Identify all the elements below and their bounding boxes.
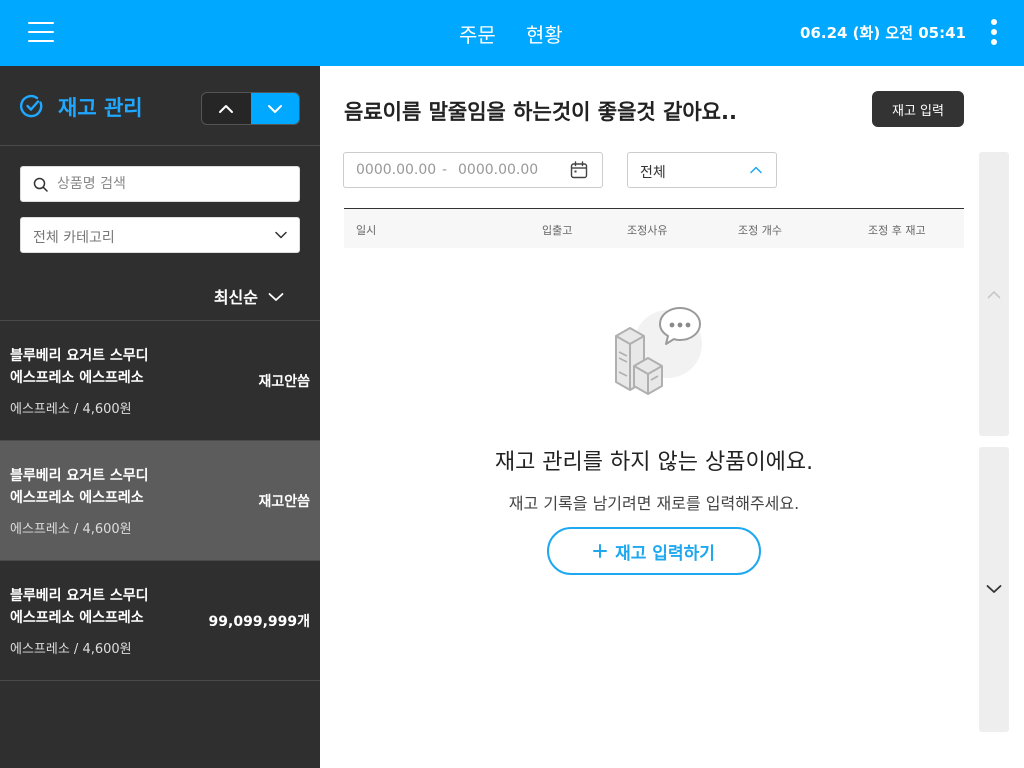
date-start: 0000.00.00 <box>356 162 437 178</box>
empty-state-title: 재고 관리를 하지 않는 상품이에요. <box>494 450 814 475</box>
product-meta: 에스프레소 / 4,600원 <box>10 522 132 537</box>
stock-input-button[interactable]: 재고 입력 <box>872 91 964 127</box>
sort-dropdown[interactable]: 최신순 <box>214 284 258 308</box>
product-name: 블루베리 요거트 스무디 <box>10 348 149 364</box>
product-name: 에스프레소 에스프레소 <box>10 610 144 626</box>
column-header-after-stock: 조정 후 재고 <box>868 224 926 237</box>
type-filter-select[interactable]: 전체 <box>627 152 777 188</box>
chevron-down-icon[interactable] <box>268 292 284 302</box>
empty-inventory-illustration-icon <box>615 307 702 395</box>
search-icon <box>33 177 48 192</box>
column-header-inout: 입출고 <box>542 224 573 237</box>
product-name: 에스프레소 에스프레소 <box>10 490 144 506</box>
product-item[interactable]: 블루베리 요거트 스무디 에스프레소 에스프레소 에스프레소 / 4,600원 … <box>0 441 320 561</box>
sidebar-title: 재고 관리 <box>58 96 143 120</box>
menu-icon[interactable] <box>28 21 54 43</box>
scroll-down-button[interactable] <box>979 447 1009 732</box>
plus-icon <box>593 544 608 558</box>
chevron-up-icon <box>987 291 1001 299</box>
product-item[interactable]: 블루베리 요거트 스무디 에스프레소 에스프레소 에스프레소 / 4,600원 … <box>0 321 320 441</box>
date-end: 0000.00.00 <box>458 162 539 178</box>
scroll-up-button[interactable] <box>979 152 1009 436</box>
date-separator: - <box>442 162 448 178</box>
item-nav-group <box>201 92 300 125</box>
next-item-button[interactable] <box>250 93 299 124</box>
add-stock-button[interactable]: 재고 입력하기 <box>547 527 761 575</box>
product-stock: 99,099,999개 <box>208 614 310 630</box>
category-select-label: 전체 카테고리 <box>33 230 115 246</box>
product-stock: 재고안씀 <box>258 494 310 510</box>
product-stock: 재고안씀 <box>258 374 310 390</box>
product-name: 에스프레소 에스프레소 <box>10 370 144 386</box>
add-stock-button-label: 재고 입력하기 <box>615 543 715 564</box>
chevron-down-icon <box>275 231 287 239</box>
product-name: 블루베리 요거트 스무디 <box>10 468 149 484</box>
previous-item-button[interactable] <box>202 93 251 124</box>
chevron-down-icon <box>986 585 1002 593</box>
product-search <box>20 166 300 202</box>
top-tabs: 주문 현황 <box>459 19 563 48</box>
date-range-picker[interactable]: 0000.00.00 - 0000.00.00 <box>343 152 603 188</box>
product-meta: 에스프레소 / 4,600원 <box>10 642 132 657</box>
empty-state-description: 재고 기록을 남기려면 재로를 입력해주세요. <box>508 494 800 513</box>
sidebar-header: 재고 관리 <box>0 66 320 146</box>
tab-status[interactable]: 현황 <box>526 19 563 48</box>
chevron-down-icon <box>267 104 282 113</box>
search-input[interactable] <box>57 167 293 201</box>
chevron-up-icon <box>219 104 234 113</box>
product-name: 블루베리 요거트 스무디 <box>10 588 149 604</box>
page-title: 음료이름 말줄임을 하는것이 좋을것 같아요.. <box>344 100 737 124</box>
sidebar: 재고 관리 전체 카테고리 최신순 블루베리 요거트 스무디 에스프레소 에스프… <box>0 66 320 768</box>
calendar-icon <box>570 161 588 179</box>
top-bar: 주문 현황 06.24 (화) 오전 05:41 <box>0 0 1024 66</box>
datetime: 06.24 (화) 오전 05:41 <box>800 24 966 42</box>
more-icon[interactable] <box>990 19 998 45</box>
product-meta: 에스프레소 / 4,600원 <box>10 402 132 417</box>
type-filter-label: 전체 <box>640 165 666 181</box>
product-list: 블루베리 요거트 스무디 에스프레소 에스프레소 에스프레소 / 4,600원 … <box>0 320 320 681</box>
table-header: 일시 입출고 조정사유 조정 개수 조정 후 재고 <box>344 208 964 248</box>
chevron-up-icon <box>750 166 762 174</box>
tab-order[interactable]: 주문 <box>459 19 496 48</box>
category-select[interactable]: 전체 카테고리 <box>20 217 300 253</box>
column-header-reason: 조정사유 <box>627 224 668 237</box>
column-header-count: 조정 개수 <box>738 224 782 237</box>
check-circle-icon <box>20 94 43 118</box>
column-header-datetime: 일시 <box>356 224 377 237</box>
product-item[interactable]: 블루베리 요거트 스무디 에스프레소 에스프레소 에스프레소 / 4,600원 … <box>0 561 320 681</box>
